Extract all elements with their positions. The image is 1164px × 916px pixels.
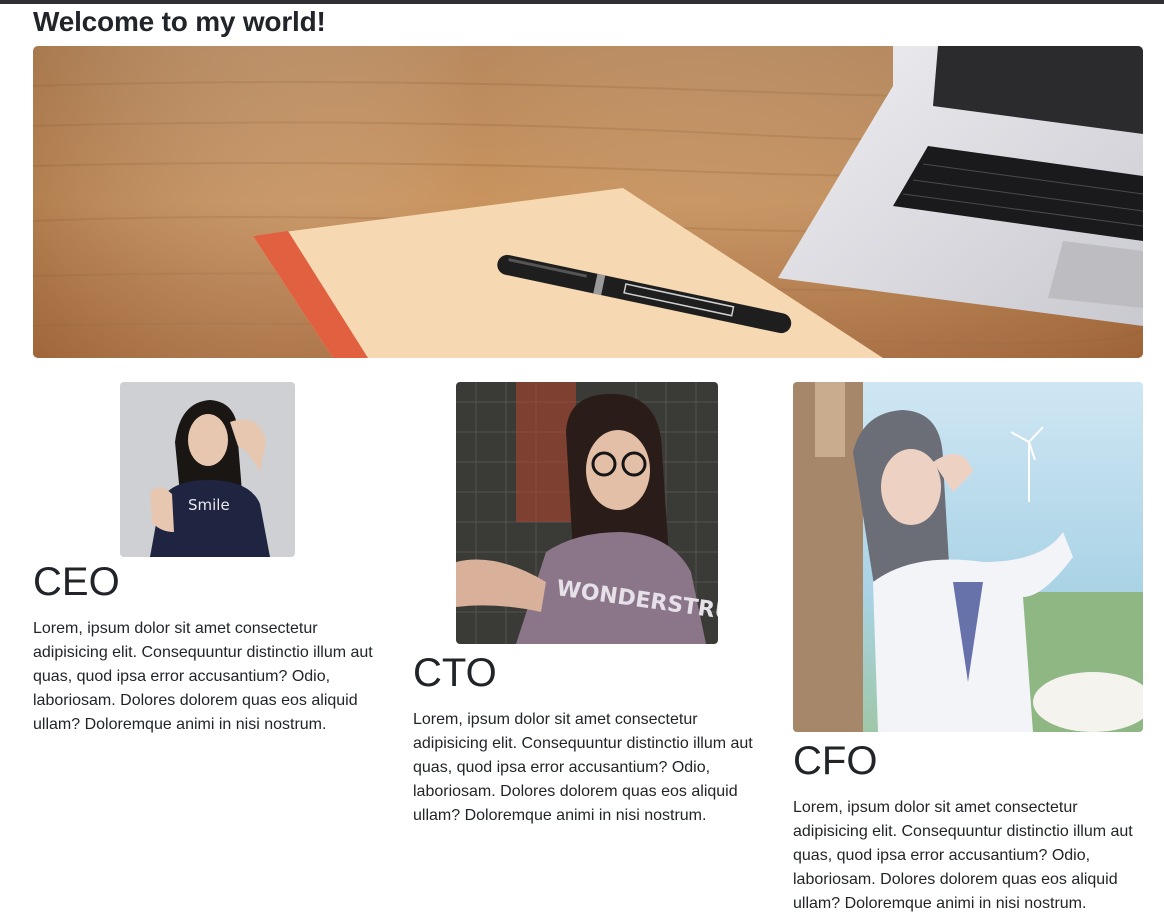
- cfo-photo: [793, 382, 1143, 732]
- cfo-description: Lorem, ipsum dolor sit amet consectetur …: [793, 799, 1133, 912]
- svg-text:Smile: Smile: [188, 496, 230, 514]
- top-border: [0, 0, 1164, 4]
- team-card-ceo: Smile CEO Lorem, ipsum dolor sit amet co…: [33, 382, 373, 737]
- page-title: Welcome to my world!: [33, 6, 326, 37]
- ceo-title: CEO: [33, 560, 120, 604]
- cfo-title: CFO: [793, 739, 878, 783]
- team-card-cto: WONDERSTRUCK CTO Lorem, ipsum dolor sit …: [413, 382, 753, 828]
- hero-image: [33, 46, 1143, 358]
- cto-title: CTO: [413, 651, 497, 695]
- ceo-description: Lorem, ipsum dolor sit amet consectetur …: [33, 620, 373, 733]
- ceo-photo: Smile: [120, 382, 295, 557]
- cto-photo: WONDERSTRUCK: [456, 382, 718, 644]
- team-card-cfo: CFO Lorem, ipsum dolor sit amet consecte…: [793, 382, 1143, 916]
- cto-description: Lorem, ipsum dolor sit amet consectetur …: [413, 711, 753, 824]
